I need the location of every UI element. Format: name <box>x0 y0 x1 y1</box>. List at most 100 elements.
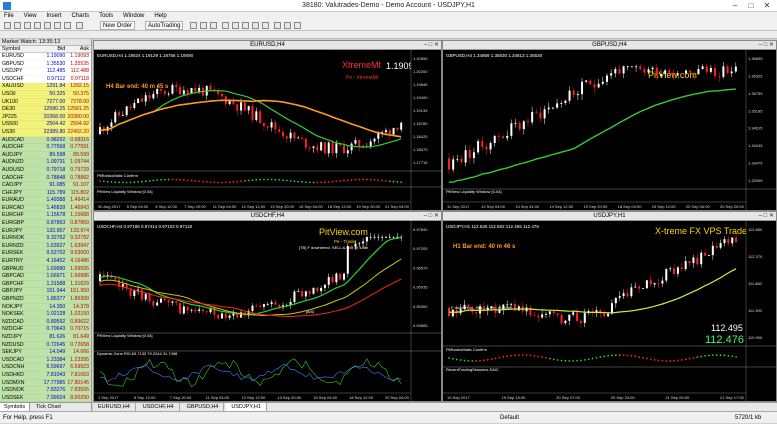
market-watch-row[interactable]: USDCHF 0.97112 0.97118 <box>0 75 91 84</box>
chart-shift-icon[interactable] <box>262 22 269 29</box>
menu-view[interactable]: View <box>20 12 41 20</box>
market-watch-row[interactable]: DE30 12580.25 12581.25 <box>0 106 91 114</box>
market-watch-row[interactable]: EURJPY 133.957 133.974 <box>0 227 91 236</box>
chart-window-usdjpy[interactable]: USDJPY,H1 – □ ✕ USDJPY,H1 112.526 112.56… <box>442 211 777 402</box>
menu-charts[interactable]: Charts <box>67 12 93 20</box>
tester-icon[interactable] <box>64 22 71 29</box>
tile-windows-icon[interactable] <box>242 22 249 29</box>
zoom-in-icon[interactable] <box>222 22 229 29</box>
market-watch-row[interactable]: GBPUSD 1.35530 1.35535 <box>0 60 91 69</box>
zoom-out-icon[interactable] <box>232 22 239 29</box>
chart-window-controls[interactable]: – □ ✕ <box>424 41 439 50</box>
market-watch-row[interactable]: NZDCHF 0.70643 0.70715 <box>0 326 91 334</box>
market-watch-row[interactable]: USDHKD 7.81043 7.81063 <box>0 371 91 380</box>
market-watch-row[interactable]: USDJPY 112.485 112.488 <box>0 68 91 76</box>
data-window-icon[interactable] <box>34 22 41 29</box>
market-watch-row[interactable]: EURTRY 4.16452 4.16486 <box>0 258 91 266</box>
chart-window-usdchf[interactable]: USDCHF,H4 – □ ✕ USDCHF,H4 0.97186 0.9741… <box>93 211 442 402</box>
menu-insert[interactable]: Insert <box>42 12 65 20</box>
chart-window-eurusd[interactable]: EURUSD,H4 – □ ✕ EURUSD,H4 1.19024 1.1912… <box>93 40 442 211</box>
tab-tick-chart[interactable]: Tick Chart <box>32 403 65 411</box>
market-watch-row[interactable]: EURGBP 0.87863 0.87869 <box>0 220 91 228</box>
chart-plot[interactable]: USDJPY,H1 112.526 112.562 112.465 112.47… <box>443 221 776 401</box>
market-watch-row[interactable]: USDCNH 6.59697 6.59923 <box>0 364 91 372</box>
market-watch-icon[interactable] <box>24 22 31 29</box>
indicators-icon[interactable] <box>274 22 281 29</box>
market-watch-row[interactable]: EURCAD 1.46839 1.46843 <box>0 204 91 213</box>
market-watch-row[interactable]: SEKJPY 14.049 14.066 <box>0 349 91 357</box>
chart-plot[interactable]: GBPUSD,H4 1.34869 1.35530 1.34813 1.3553… <box>443 50 776 210</box>
indicator-dot <box>209 181 212 184</box>
bar-chart-icon[interactable] <box>190 22 197 29</box>
market-watch-row[interactable]: GBPCHF 1.31588 1.31629 <box>0 280 91 289</box>
line-chart-icon[interactable] <box>210 22 217 29</box>
market-watch-row[interactable]: AUDNZD 1.09731 1.09744 <box>0 159 91 167</box>
periods-icon[interactable] <box>284 22 291 29</box>
market-watch-row[interactable]: EURNOK 9.32762 9.32782 <box>0 235 91 243</box>
menu-tools[interactable]: Tools <box>95 12 117 20</box>
market-watch-row[interactable]: USOil 50.325 50.375 <box>0 90 91 99</box>
indicator-dot <box>175 178 178 181</box>
market-watch-row[interactable]: GBPAUD 1.69580 1.69595 <box>0 265 91 274</box>
tab-symbols[interactable]: Symbols <box>0 403 31 411</box>
market-watch-row[interactable]: USDCAD 1.23384 1.23395 <box>0 356 91 365</box>
market-watch-row[interactable]: USDMXN 17.77985 17.80145 <box>0 379 91 388</box>
indicator-dot <box>471 360 474 362</box>
market-watch-row[interactable]: EURAUD 1.49388 1.49414 <box>0 197 91 205</box>
market-watch-row[interactable]: US30 22389.80 22402.20 <box>0 128 91 137</box>
menu-window[interactable]: Window <box>119 12 148 20</box>
market-watch-row[interactable]: NOKJPY 14.350 14.378 <box>0 303 91 312</box>
market-watch-row[interactable]: GBPCAD 1.66971 1.66986 <box>0 273 91 281</box>
market-watch-row[interactable]: EURUSD 1.19090 1.19093 <box>0 53 91 61</box>
market-watch-row[interactable]: EURNZD 1.63927 1.63947 <box>0 242 91 251</box>
chart-name: EURUSD,H4 <box>250 42 285 48</box>
maximize-button[interactable]: □ <box>743 1 759 11</box>
market-watch-row[interactable]: NZDCAD 0.89592 0.89622 <box>0 318 91 327</box>
terminal-icon[interactable] <box>54 22 61 29</box>
col-bid[interactable]: Bid <box>40 46 65 52</box>
market-watch-row[interactable]: NOKSEK 1.02128 1.02150 <box>0 311 91 319</box>
y-tick-label: 1.19490 <box>413 95 428 100</box>
chart-window-controls[interactable]: – □ ✕ <box>759 212 774 221</box>
chart-window-controls[interactable]: – □ ✕ <box>759 41 774 50</box>
market-watch-row[interactable]: CADCHF 0.78848 0.78882 <box>0 174 91 183</box>
market-watch-row[interactable]: NZDJPY 81.626 81.649 <box>0 333 91 342</box>
market-watch-row[interactable]: CADJPY 91.085 91.107 <box>0 182 91 190</box>
col-ask[interactable]: Ask <box>65 46 91 52</box>
new-order-button[interactable]: New Order <box>100 21 136 30</box>
market-watch-row[interactable]: CHFJPY 115.789 115.802 <box>0 189 91 198</box>
market-watch-row[interactable]: AUDCHF 0.77568 0.77591 <box>0 144 91 152</box>
market-watch-row[interactable]: EURCHF 1.15678 1.15688 <box>0 212 91 221</box>
market-watch-row[interactable]: AUDJPY 89.598 89.599 <box>0 151 91 160</box>
market-watch-row[interactable]: NZDUSD 0.72645 0.72658 <box>0 341 91 350</box>
market-watch-row[interactable]: EURSEK 9.52702 9.53000 <box>0 250 91 259</box>
navigator-icon[interactable] <box>44 22 51 29</box>
autoscroll-icon[interactable] <box>252 22 259 29</box>
auto-trading-button[interactable]: AutoTrading <box>145 21 184 30</box>
candle-body <box>548 311 551 315</box>
market-watch-row[interactable]: UK100 7277.00 7278.00 <box>0 98 91 107</box>
menu-file[interactable]: File <box>0 12 18 20</box>
minimize-button[interactable]: – <box>727 1 743 11</box>
candlestick-icon[interactable] <box>200 22 207 29</box>
cursor-icon[interactable] <box>76 22 83 29</box>
market-watch-row[interactable]: GBPJPY 151.944 151.950 <box>0 288 91 296</box>
col-symbol[interactable]: Symbol <box>0 46 40 52</box>
market-watch-row[interactable]: AUDCAD 0.98292 0.98316 <box>0 136 91 145</box>
chart-plot[interactable]: EURUSD,H4 1.19024 1.19129 1.18756 1.1909… <box>94 50 441 210</box>
market-watch-row[interactable]: USDNOK 7.83276 7.83505 <box>0 387 91 395</box>
market-watch-row[interactable]: JP225 20368.00 20380.00 <box>0 113 91 122</box>
chart-window-controls[interactable]: – □ ✕ <box>424 212 439 221</box>
market-watch-row[interactable]: US500 2504.42 2504.92 <box>0 121 91 129</box>
candle-body <box>278 129 281 132</box>
templates-icon[interactable] <box>294 22 301 29</box>
menu-help[interactable]: Help <box>150 12 170 20</box>
market-watch-row[interactable]: XAUUSD 1291.84 1292.15 <box>0 83 91 91</box>
market-watch-row[interactable]: AUDUSD 0.79718 0.79729 <box>0 166 91 175</box>
market-watch-row[interactable]: GBPNZD 1.86377 1.86399 <box>0 296 91 304</box>
close-button[interactable]: ✕ <box>759 1 775 11</box>
new-chart-icon[interactable] <box>4 22 11 29</box>
profiles-icon[interactable] <box>14 22 21 29</box>
chart-window-gbpusd[interactable]: GBPUSD,H4 – □ ✕ GBPUSD,H4 1.34869 1.3553… <box>442 40 777 211</box>
chart-plot[interactable]: USDCHF,H4 0.97186 0.97414 0.97102 0.9711… <box>94 221 441 401</box>
